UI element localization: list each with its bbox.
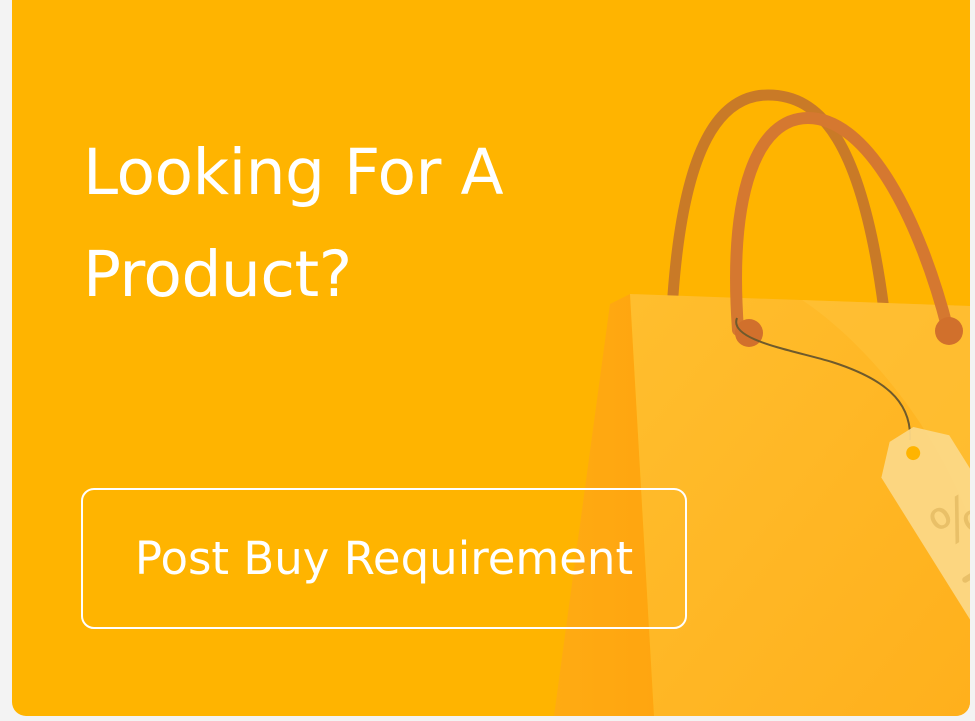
post-buy-requirement-label: Post Buy Requirement	[134, 532, 634, 585]
promo-heading-line-1: Looking For A	[83, 136, 504, 209]
bag-left-rivet	[735, 319, 763, 347]
bag-right-rivet	[935, 317, 963, 345]
promo-heading: Looking For A Product?	[83, 122, 603, 326]
promo-card: Looking For A Product? % Post Buy Requir…	[12, 0, 970, 716]
post-buy-requirement-button[interactable]: Post Buy Requirement	[81, 488, 687, 629]
promo-heading-line-2: Product?	[83, 238, 352, 311]
